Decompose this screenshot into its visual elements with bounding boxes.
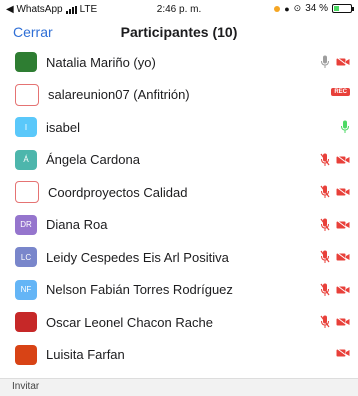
participant-row[interactable]: DR Diana Roa [0, 209, 358, 242]
participant-name: Luisita Farfan [46, 347, 125, 363]
avatar [15, 344, 37, 365]
avatar [15, 52, 37, 73]
participant-name: salareunion07 (Anfitrión) [48, 87, 190, 103]
header: Cerrar Participantes (10) [0, 20, 358, 46]
microphone-icon [320, 55, 330, 69]
participant-row[interactable]: Á Ángela Cardona [0, 144, 358, 177]
participant-status-icons [320, 250, 350, 264]
participant-status-icons [320, 218, 350, 232]
mic-muted-icon [320, 250, 330, 264]
participant-row[interactable]: Oscar Leonel Chacon Rache [0, 306, 358, 339]
avatar: LC [15, 247, 37, 268]
participant-status-icons [320, 283, 350, 297]
status-bar: ◀ WhatsApp LTE 2:46 p. m. ● ⊙ 34 % [0, 0, 358, 20]
participant-row[interactable]: NF Nelson Fabián Torres Rodríguez [0, 274, 358, 307]
video-off-icon [336, 317, 350, 327]
participant-name: Oscar Leonel Chacon Rache [46, 314, 213, 330]
participant-status-icons [340, 120, 350, 134]
mic-muted-icon [320, 218, 330, 232]
mic-muted-icon [320, 153, 330, 167]
video-off-icon [336, 252, 350, 262]
participant-row[interactable]: salareunion07 (Anfitrión) REC [0, 79, 358, 112]
participant-name: Diana Roa [46, 217, 108, 233]
video-off-icon [336, 154, 350, 165]
mic-muted-icon [320, 283, 330, 297]
participant-status-icons [336, 347, 350, 358]
participant-status-icons [320, 55, 350, 69]
video-off-icon [336, 57, 350, 67]
participant-name: Leidy Cespedes Eis Arl Positiva [46, 249, 229, 265]
avatar [15, 312, 37, 333]
participant-status-icons [320, 153, 350, 167]
participant-row[interactable]: Coordproyectos Calidad [0, 176, 358, 209]
footer-bar: Invitar [0, 378, 358, 396]
page-title: Participantes (10) [120, 24, 238, 40]
orientation-lock-icon: ⊙ [293, 3, 302, 13]
avatar [15, 181, 39, 204]
recording-badge: REC [331, 87, 350, 96]
participant-row[interactable]: LC Leidy Cespedes Eis Arl Positiva [0, 241, 358, 274]
video-off-icon [336, 219, 350, 230]
video-off-icon [336, 284, 350, 295]
participants-list: Natalia Mariño (yo) salareunion07 (Anfitr… [0, 46, 358, 371]
avatar [15, 83, 39, 106]
video-off-icon [336, 347, 350, 358]
avatar: NF [15, 279, 37, 300]
participant-name: Natalia Mariño (yo) [46, 54, 156, 70]
avatar: DR [15, 214, 37, 235]
battery-icon [332, 4, 354, 13]
mic-muted-icon [320, 185, 330, 199]
participant-row[interactable]: Natalia Mariño (yo) [0, 46, 358, 79]
participant-status-icons [320, 185, 350, 199]
invite-button[interactable]: Invitar [12, 381, 39, 392]
participant-name: Nelson Fabián Torres Rodríguez [46, 282, 233, 298]
video-off-icon [336, 187, 350, 197]
participant-name: Coordproyectos Calidad [48, 184, 188, 200]
avatar: Á [15, 149, 37, 170]
participant-row[interactable]: Iisabel [0, 111, 358, 144]
participant-name: Ángela Cardona [46, 152, 140, 168]
battery-percent: 34 % [305, 3, 328, 14]
participant-status-icons: REC [331, 87, 350, 96]
status-right: ● ⊙ 34 % [274, 3, 354, 14]
participant-status-icons [320, 315, 350, 329]
participant-name: isabel [46, 119, 80, 135]
participant-row[interactable]: Luisita Farfan [0, 339, 358, 372]
avatar: I [15, 117, 37, 138]
microphone-icon [340, 120, 350, 134]
mic-muted-icon [320, 315, 330, 329]
alarm-icon: ● [284, 3, 290, 14]
mic-in-use-icon [274, 5, 281, 12]
